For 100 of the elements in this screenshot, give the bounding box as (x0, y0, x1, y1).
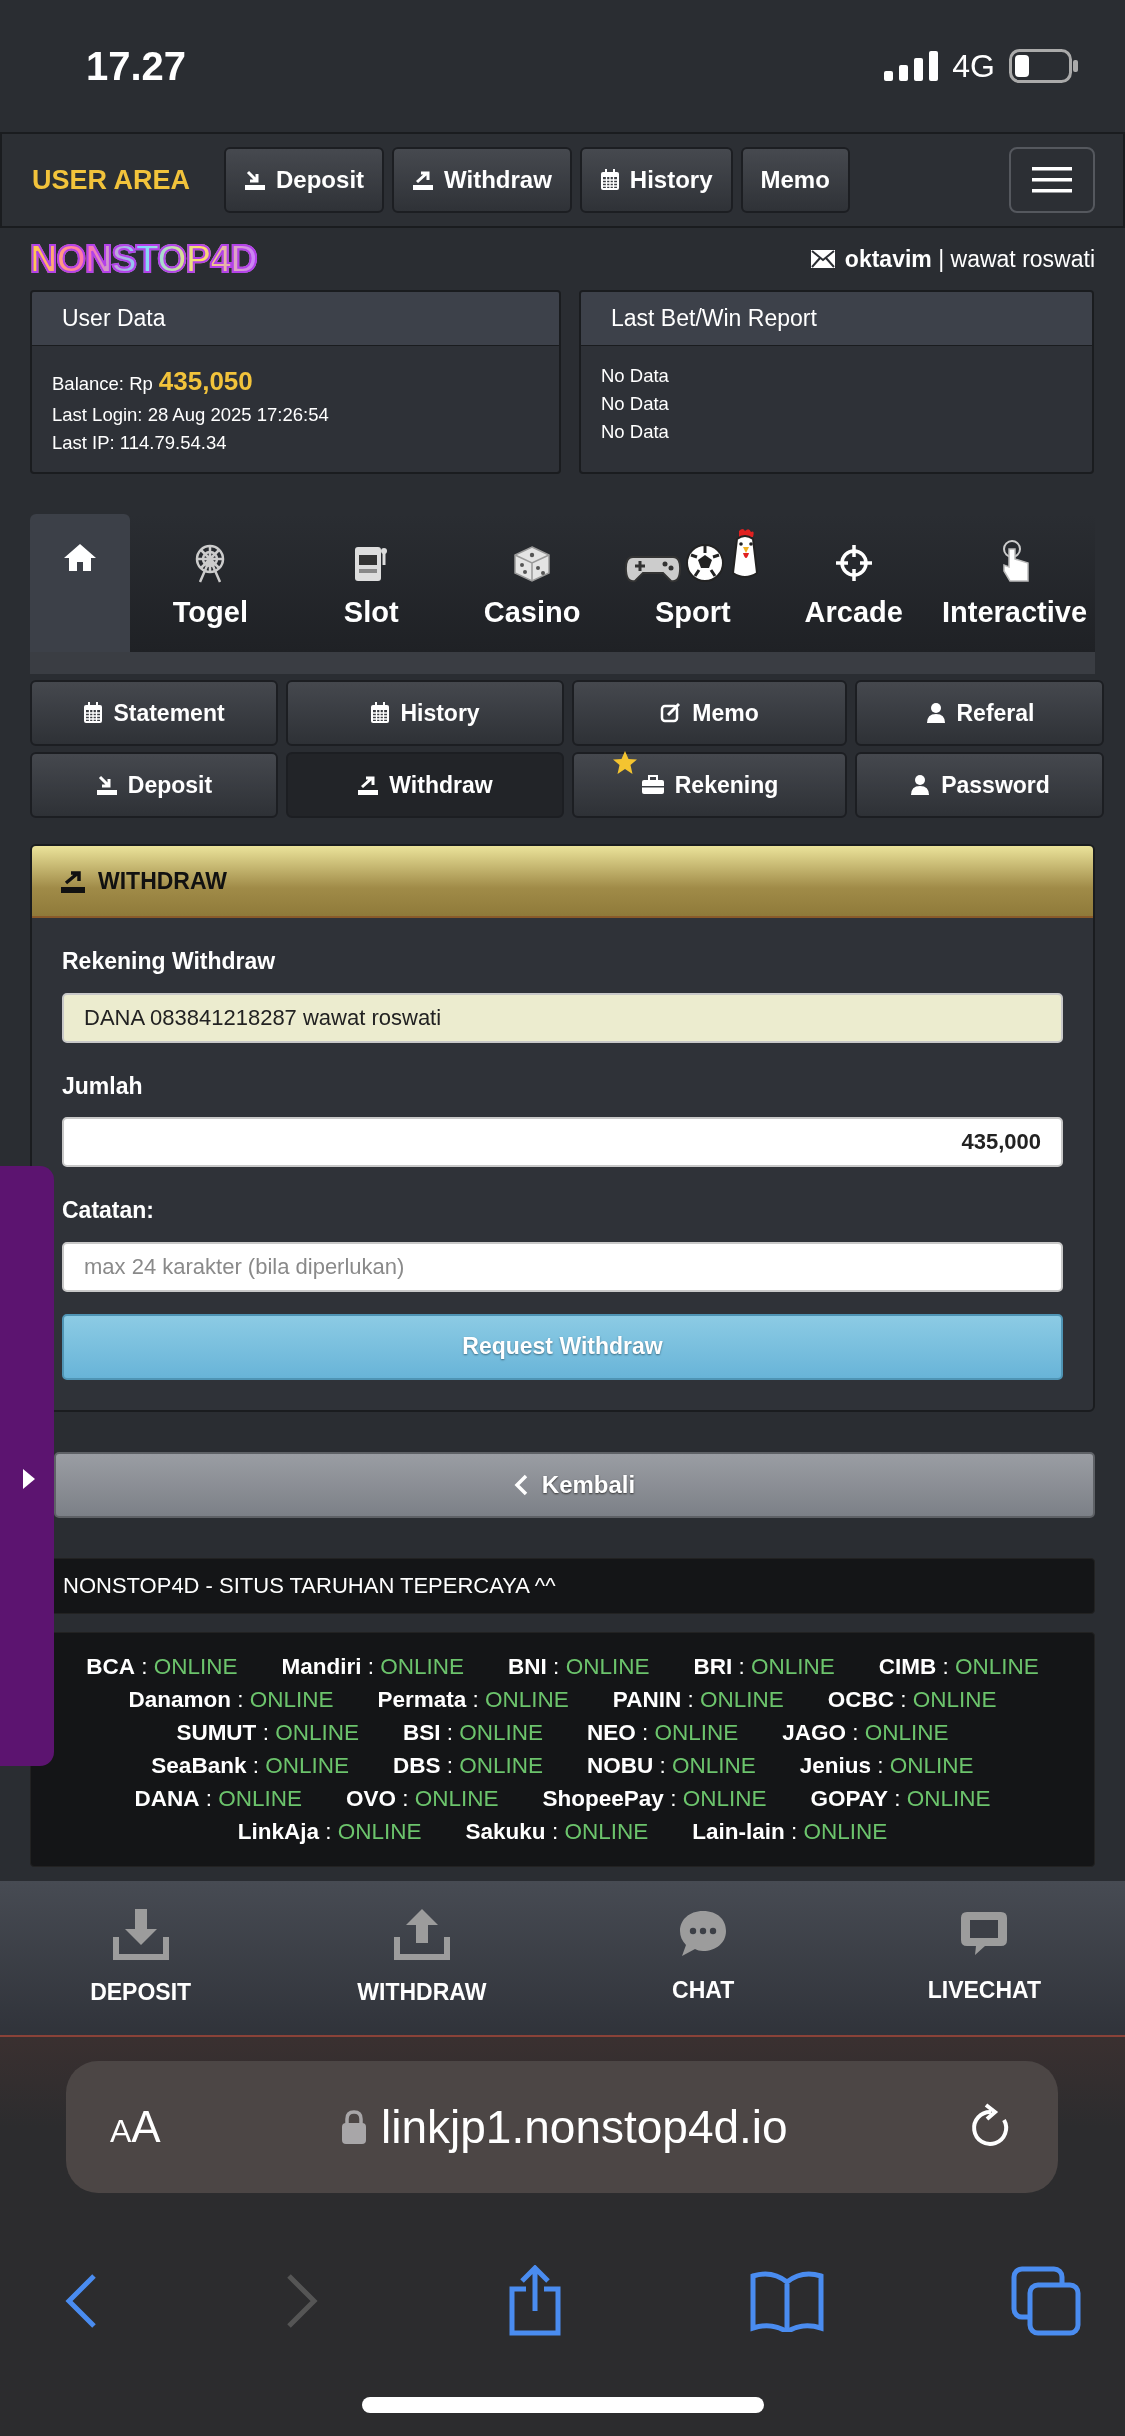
note-field[interactable]: max 24 karakter (bila diperlukan) (62, 1241, 1063, 1292)
bank-status: Sakuku : ONLINE (465, 1817, 649, 1846)
bank-status: SUMUT : ONLINE (176, 1718, 359, 1747)
download-icon (112, 1906, 169, 1961)
star-icon (612, 750, 638, 776)
calendar-icon (599, 169, 620, 191)
lock-icon (341, 2109, 368, 2145)
game-tab[interactable]: Togel (130, 514, 291, 652)
crosshair-icon (833, 542, 874, 583)
menu-tile-button[interactable]: Withdraw (286, 752, 564, 818)
tray-arrow-icon (244, 169, 267, 191)
game-tab[interactable]: Casino (451, 514, 613, 652)
balance-value: 435,050 (158, 365, 253, 398)
tray-arrow-icon (412, 169, 435, 191)
network-label: 4G (952, 47, 995, 86)
bank-status: DANA : ONLINE (134, 1784, 302, 1813)
bank-status: LinkAja : ONLINE (237, 1817, 422, 1846)
ball-icon (684, 542, 725, 583)
book-icon[interactable] (750, 2270, 825, 2332)
bank-status: PANIN : ONLINE (612, 1685, 784, 1714)
game-tab[interactable]: Arcade (773, 514, 935, 652)
calendar-icon (83, 702, 104, 724)
bank-status: OVO : ONLINE (346, 1784, 499, 1813)
game-tab[interactable] (30, 514, 130, 652)
bank-status: NEO : ONLINE (587, 1718, 739, 1747)
tray-arrow-icon (357, 774, 380, 796)
nav-button[interactable]: Withdraw (392, 147, 572, 213)
bank-status: GOPAY : ONLINE (810, 1784, 991, 1813)
nav-button[interactable]: History (579, 147, 733, 213)
menu-tile-button[interactable]: Statement (30, 680, 278, 746)
bank-status: NOBU : ONLINE (587, 1751, 756, 1780)
menu-tile-button[interactable]: Memo (572, 680, 847, 746)
game-tab[interactable]: Sport (612, 514, 774, 652)
calendar-icon (370, 702, 391, 724)
bottom-nav-item[interactable]: CHAT (562, 1881, 844, 2035)
field-label: Rekening Withdraw (62, 947, 277, 976)
bank-status: BSI : ONLINE (402, 1718, 543, 1747)
menu-icon (1032, 167, 1072, 193)
account-field[interactable]: DANA 083841218287 wawat roswati (62, 992, 1063, 1043)
menu-tile-button[interactable]: Rekening (572, 752, 847, 818)
field-label: Catatan: (62, 1196, 155, 1225)
bank-status: Danamon : ONLINE (128, 1685, 334, 1714)
mail-icon (810, 250, 835, 268)
signal-icon (884, 51, 939, 81)
briefcase-icon (640, 775, 665, 795)
game-tab[interactable]: Interactive (934, 514, 1095, 652)
report-row-text: No Data (601, 364, 670, 388)
panel-title: WITHDRAW (98, 866, 228, 896)
bank-status: SeaBank : ONLINE (151, 1751, 349, 1780)
balance-label: Balance: Rp (52, 372, 153, 396)
bottom-nav-item[interactable]: WITHDRAW (281, 1881, 563, 2035)
bank-status: BNI : ONLINE (508, 1652, 650, 1681)
game-tab[interactable]: Slot (290, 514, 452, 652)
bank-status: BRI : ONLINE (693, 1652, 835, 1681)
bank-status: Jenius : ONLINE (799, 1751, 974, 1780)
tray-arrow-icon (95, 774, 118, 796)
url-text: linkjp1.nonstop4d.io (381, 2099, 788, 2155)
nav-button[interactable]: Memo (740, 147, 850, 213)
user-icon (924, 702, 947, 724)
tabs-icon[interactable] (1011, 2266, 1081, 2336)
dice-icon (513, 544, 552, 583)
field-label: Jumlah (62, 1071, 144, 1101)
bank-status: OCBC : ONLINE (827, 1685, 997, 1714)
brand-title: USER AREA (32, 163, 191, 197)
user-icon (909, 774, 932, 796)
upload-icon (393, 1906, 450, 1961)
bank-status: JAGO : ONLINE (782, 1718, 949, 1747)
bottom-nav-item[interactable]: LIVECHAT (843, 1881, 1125, 2035)
bottom-nav-item[interactable]: DEPOSIT (0, 1881, 282, 2035)
bank-status: DBS : ONLINE (392, 1751, 543, 1780)
menu-button[interactable] (1009, 147, 1095, 213)
card-title: Last Bet/Win Report (581, 292, 1092, 346)
bank-status: CIMB : ONLINE (878, 1652, 1039, 1681)
menu-tile-button[interactable]: Referal (855, 680, 1104, 746)
last-login-text: Last Login: 28 Aug 2025 17:26:54 (52, 403, 330, 427)
edit-icon (660, 702, 683, 724)
menu-tile-button[interactable]: Password (855, 752, 1104, 818)
chat-bubble-icon (678, 1908, 729, 1959)
nav-button[interactable]: Deposit (224, 147, 385, 213)
home-icon (63, 542, 97, 572)
last-ip-text: Last IP: 114.79.54.34 (52, 430, 228, 455)
report-row-text: No Data (601, 391, 670, 416)
bank-status: Mandiri : ONLINE (281, 1652, 465, 1681)
bank-status: BCA : ONLINE (86, 1652, 238, 1681)
bank-status: Permata : ONLINE (377, 1685, 569, 1714)
tray-arrow-icon (60, 868, 86, 894)
text-size-button[interactable]: AA (110, 2094, 161, 2160)
bank-status: Lain-lain : ONLINE (692, 1817, 888, 1846)
battery-icon (1009, 49, 1079, 83)
report-row-text: No Data (601, 419, 670, 444)
caret-right-icon (22, 1467, 36, 1490)
card-title: User Data (32, 292, 559, 346)
chevron-left-icon (513, 1473, 528, 1496)
bank-status: ShopeePay : ONLINE (542, 1784, 767, 1813)
amount-field[interactable]: 435,000 (62, 1117, 1063, 1167)
menu-tile-button[interactable]: Deposit (30, 752, 278, 818)
address-bar[interactable]: AA linkjp1.nonstop4d.io (66, 2061, 1058, 2193)
account-name: oktavim | wawat roswati (844, 244, 1095, 274)
clock-time: 17.27 (86, 43, 187, 90)
menu-tile-button[interactable]: History (286, 680, 564, 746)
